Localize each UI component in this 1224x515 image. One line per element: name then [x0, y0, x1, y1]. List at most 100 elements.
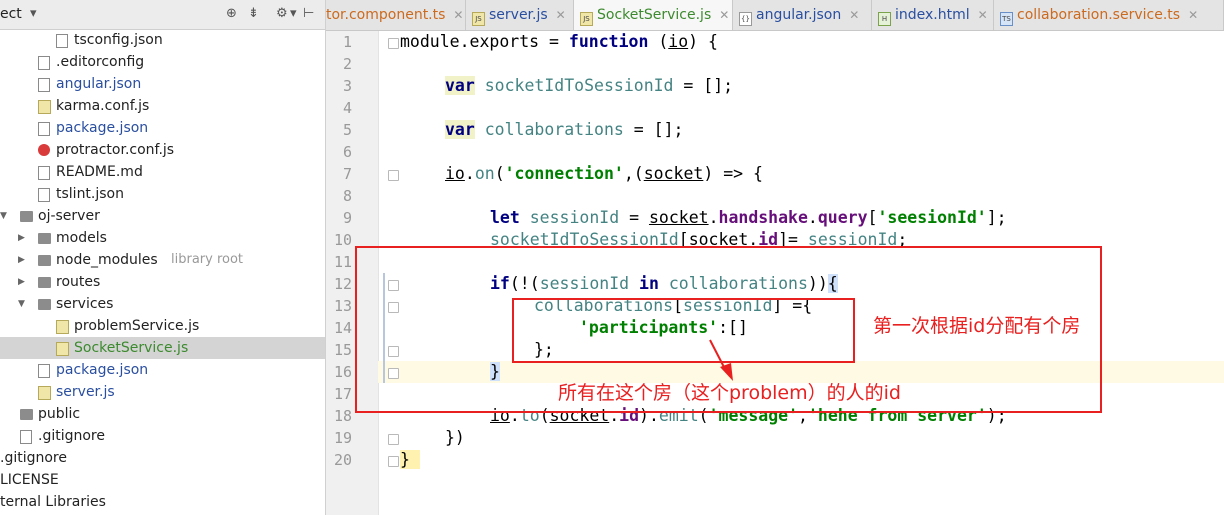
fold-marker-icon[interactable] — [388, 38, 399, 49]
close-icon[interactable]: ✕ — [1188, 0, 1198, 30]
project-panel-title[interactable]: ect — [0, 6, 22, 22]
code-line-19[interactable]: }) — [445, 427, 465, 449]
tree-item-label: .gitignore — [0, 450, 67, 466]
annotation-box-inner — [512, 298, 855, 363]
line-number: 6 — [342, 143, 352, 161]
line-number: 12 — [333, 275, 352, 293]
js-file-icon — [38, 386, 51, 400]
json-file-icon — [38, 78, 50, 92]
chevron-down-icon[interactable]: ▼ — [0, 205, 7, 227]
tree-item[interactable]: ternal Libraries — [0, 491, 325, 513]
tree-item-label: models — [56, 230, 107, 246]
code-line-20[interactable]: } — [400, 449, 420, 471]
tree-item[interactable]: public — [0, 403, 325, 425]
code-line-7[interactable]: io.on('connection',(socket) => { — [445, 163, 763, 185]
editor-tab[interactable]: Hindex.html ✕ — [872, 0, 994, 30]
tree-item[interactable]: .gitignore — [0, 425, 325, 447]
tree-item-label: .gitignore — [38, 428, 105, 444]
tree-item-label: package.json — [56, 120, 149, 136]
text-file-icon — [38, 56, 50, 70]
tree-item[interactable]: LICENSE — [0, 469, 325, 491]
tree-item[interactable]: package.json — [0, 359, 325, 381]
line-number: 9 — [342, 209, 352, 227]
gear-icon[interactable]: ⚙ — [276, 6, 288, 21]
tree-item-hint: library root — [171, 252, 244, 267]
tree-item-label: README.md — [56, 164, 143, 180]
fold-marker-icon[interactable] — [388, 434, 399, 445]
chevron-down-icon[interactable]: ▼ — [18, 293, 25, 315]
tab-label: server.js — [489, 7, 548, 23]
editor-tab[interactable]: tor.component.ts ✕ — [326, 0, 466, 30]
line-number: 18 — [333, 407, 352, 425]
chevron-down-icon[interactable]: ▾ — [290, 6, 297, 21]
tree-item[interactable]: server.js — [0, 381, 325, 403]
tree-item[interactable]: ▼ services — [0, 293, 325, 315]
fold-marker-icon[interactable] — [388, 456, 399, 467]
error-file-icon — [38, 144, 50, 156]
file-type-icon: H — [878, 12, 891, 26]
chevron-right-icon[interactable]: ▶ — [18, 227, 25, 249]
folder-icon — [38, 255, 51, 266]
tree-item[interactable]: ▶ node_modules library root — [0, 249, 325, 271]
tree-item[interactable]: ▶ models — [0, 227, 325, 249]
tree-item-label: services — [56, 296, 114, 312]
tree-item[interactable]: tsconfig.json — [0, 29, 325, 51]
tree-item[interactable]: .gitignore — [0, 447, 325, 469]
collapse-icon[interactable]: ⇟ — [248, 6, 259, 21]
tree-item[interactable]: SocketService.js — [0, 337, 325, 359]
text-file-icon — [20, 430, 32, 444]
fold-marker-icon[interactable] — [388, 170, 399, 181]
editor-tab[interactable]: JS server.js ✕ — [466, 0, 574, 30]
tree-item-label: tsconfig.json — [74, 32, 163, 48]
tree-item[interactable]: ▼ oj-server — [0, 205, 325, 227]
editor-tab[interactable]: TS collaboration.service.ts ✕ — [994, 0, 1224, 30]
code-line-9[interactable]: let sessionId = socket.handshake.query['… — [490, 207, 1007, 229]
tree-item[interactable]: ▶ routes — [0, 271, 325, 293]
file-type-icon: TS — [1000, 12, 1013, 26]
line-number: 3 — [342, 77, 352, 95]
chevron-right-icon[interactable]: ▶ — [18, 271, 25, 293]
close-icon[interactable]: ✕ — [978, 0, 988, 30]
chevron-right-icon[interactable]: ▶ — [18, 249, 25, 271]
code-line-5[interactable]: var collaborations = []; — [445, 119, 683, 141]
editor-tab[interactable]: JS SocketService.js ✕ — [574, 0, 733, 30]
tree-item-label: node_modules — [56, 252, 158, 268]
line-number: 15 — [333, 341, 352, 359]
code-line-1[interactable]: module.exports = function (io) { — [400, 31, 718, 53]
close-icon[interactable]: ✕ — [453, 0, 463, 30]
file-type-icon: JS — [472, 12, 485, 26]
folder-icon — [38, 299, 51, 310]
file-type-icon: {} — [739, 12, 752, 26]
tree-item[interactable]: protractor.conf.js — [0, 139, 325, 161]
line-number: 17 — [333, 385, 352, 403]
editor-tab-bar: tor.component.ts ✕ JS server.js ✕ JS SocketSer… — [326, 0, 1224, 31]
close-icon[interactable]: ✕ — [556, 0, 566, 30]
line-number: 1 — [342, 33, 352, 51]
editor-tab[interactable]: {} angular.json ✕ — [733, 0, 872, 30]
tree-item-label: routes — [56, 274, 101, 290]
tree-item[interactable]: tslint.json — [0, 183, 325, 205]
hide-icon[interactable]: ⊢ — [303, 6, 314, 21]
chevron-down-icon[interactable]: ▾ — [30, 6, 37, 21]
js-file-icon — [56, 342, 69, 356]
line-number: 20 — [333, 451, 352, 469]
tree-item-label: SocketService.js — [74, 340, 189, 356]
tree-item[interactable]: package.json — [0, 117, 325, 139]
json-file-icon — [38, 364, 50, 378]
target-icon[interactable]: ⊕ — [226, 6, 237, 21]
project-sidebar: ect ▾ ⊕ ⇟ ⚙ ▾ ⊢ tsconfig.json .editorconf… — [0, 0, 326, 515]
tree-item[interactable]: angular.json — [0, 73, 325, 95]
tree-item[interactable]: .editorconfig — [0, 51, 325, 73]
tree-item[interactable]: karma.conf.js — [0, 95, 325, 117]
code-line-3[interactable]: var socketIdToSessionId = []; — [445, 75, 733, 97]
close-icon[interactable]: ✕ — [849, 0, 859, 30]
tree-item[interactable]: problemService.js — [0, 315, 325, 337]
line-number: 11 — [333, 253, 352, 271]
project-tree: tsconfig.json .editorconfig angular.json ka… — [0, 29, 325, 513]
tree-item-label: angular.json — [56, 76, 142, 92]
close-icon[interactable]: ✕ — [719, 0, 729, 30]
tab-label: angular.json — [756, 7, 842, 23]
line-number: 7 — [342, 165, 352, 183]
tree-item[interactable]: README.md — [0, 161, 325, 183]
js-file-icon — [56, 320, 69, 334]
